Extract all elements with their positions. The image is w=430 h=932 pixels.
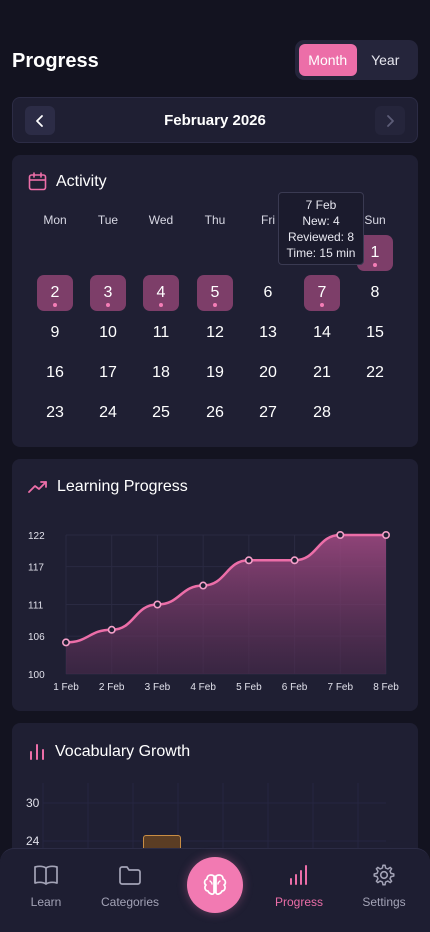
chart-bars-icon xyxy=(259,861,339,889)
calendar-day[interactable]: 26 xyxy=(197,395,233,431)
y-tick-label: 111 xyxy=(28,601,44,612)
calendar-day[interactable]: 8 xyxy=(357,275,393,311)
gear-icon xyxy=(344,861,424,889)
calendar-day[interactable]: 10 xyxy=(90,315,126,351)
tab-progress-label: Progress xyxy=(274,895,324,909)
tab-categories[interactable]: Categories xyxy=(90,861,170,909)
calendar-day[interactable]: 21 xyxy=(304,355,340,391)
calendar-day[interactable]: 11 xyxy=(143,315,179,351)
calendar-day[interactable]: 25 xyxy=(143,395,179,431)
calendar-day[interactable]: 20 xyxy=(250,355,286,391)
tab-settings-label: Settings xyxy=(362,895,406,909)
tooltip-reviewed: Reviewed: 8 xyxy=(287,230,355,244)
y-tick-label: 122 xyxy=(28,531,45,542)
y-tick-label: 30 xyxy=(26,796,40,810)
brain-icon xyxy=(202,873,228,897)
center-action-button[interactable] xyxy=(187,857,243,913)
data-point xyxy=(336,531,345,540)
learning-progress-chart: 100 106 111 117 122 1 Feb 2 Feb 3 Feb 4 Feb 5 Feb… xyxy=(28,531,399,693)
calendar-day[interactable]: 2 xyxy=(37,275,73,311)
x-tick-label: 1 Feb xyxy=(53,682,79,693)
data-point xyxy=(244,556,253,565)
tab-categories-label: Categories xyxy=(100,895,160,909)
data-point xyxy=(107,625,116,634)
activity-card: Activity MonTueWedThuFriSatSun 123456789… xyxy=(12,155,418,447)
calendar-day[interactable]: 3 xyxy=(90,275,126,311)
y-tick-label: 106 xyxy=(28,632,45,643)
data-point xyxy=(290,556,299,565)
weekday-wed: Wed xyxy=(148,213,174,227)
month-label: February 2026 xyxy=(164,112,266,129)
weekday-tue: Tue xyxy=(97,213,119,227)
month-toggle-button[interactable]: Month xyxy=(299,44,357,76)
calendar-day[interactable]: 24 xyxy=(90,395,126,431)
tab-settings[interactable]: Settings xyxy=(344,861,424,909)
x-tick-label: 7 Feb xyxy=(327,682,353,693)
calendar-day[interactable]: 14 xyxy=(304,315,340,351)
calendar-day[interactable]: 16 xyxy=(37,355,73,391)
year-toggle-button[interactable]: Year xyxy=(357,44,415,76)
y-tick-label: 100 xyxy=(28,670,45,681)
calendar-day[interactable]: 9 xyxy=(37,315,73,351)
calendar-day[interactable]: 15 xyxy=(357,315,393,351)
tab-progress[interactable]: Progress xyxy=(259,861,339,909)
tab-learn-label: Learn xyxy=(30,895,62,909)
calendar-day[interactable]: 13 xyxy=(250,315,286,351)
x-tick-label: 8 Feb xyxy=(373,682,399,693)
calendar-day[interactable]: 7 xyxy=(304,275,340,311)
chevron-right-icon xyxy=(385,114,395,128)
calendar-day[interactable]: 19 xyxy=(197,355,233,391)
month-navigator: February 2026 xyxy=(12,97,418,143)
y-tick-label: 117 xyxy=(28,563,44,574)
x-tick-label: 5 Feb xyxy=(236,682,262,693)
data-point xyxy=(381,531,390,540)
tooltip-date: 7 Feb xyxy=(305,198,337,212)
header: Progress Month Year xyxy=(0,0,430,100)
calendar-day[interactable]: 12 xyxy=(197,315,233,351)
tooltip-time: Time: 15 min xyxy=(286,246,356,260)
activity-header: Activity xyxy=(28,172,107,191)
calendar-day[interactable]: 18 xyxy=(143,355,179,391)
calendar-day[interactable]: 28 xyxy=(304,395,340,431)
data-point xyxy=(153,600,162,609)
calendar-day[interactable]: 17 xyxy=(90,355,126,391)
calendar-day[interactable]: 27 xyxy=(250,395,286,431)
data-point xyxy=(199,581,208,590)
bottom-tab-bar: Learn Categories Progress Settings xyxy=(0,848,430,932)
calendar-day[interactable]: 6 xyxy=(250,275,286,311)
next-month-button[interactable] xyxy=(375,106,405,135)
calendar-day[interactable]: 23 xyxy=(37,395,73,431)
period-toggle: Month Year xyxy=(295,40,418,80)
x-tick-label: 4 Feb xyxy=(190,682,216,693)
calendar-icon xyxy=(28,172,47,191)
x-tick-label: 2 Feb xyxy=(99,682,125,693)
x-tick-label: 6 Feb xyxy=(282,682,308,693)
learning-progress-card: Learning Progress 100 106 111 117 122 1 Feb 2 … xyxy=(12,459,418,711)
calendar-day[interactable]: 22 xyxy=(357,355,393,391)
weekday-mon: Mon xyxy=(43,213,67,227)
tab-learn[interactable]: Learn xyxy=(6,861,86,909)
activity-title: Activity xyxy=(56,172,107,190)
calendar-day[interactable]: 4 xyxy=(143,275,179,311)
tooltip-new: New: 4 xyxy=(302,214,340,228)
data-point xyxy=(61,638,70,647)
book-icon xyxy=(6,861,86,889)
x-tick-label: 3 Feb xyxy=(145,682,171,693)
activity-tooltip: 7 Feb New: 4 Reviewed: 8 Time: 15 min xyxy=(278,192,364,265)
weekday-thu: Thu xyxy=(204,213,226,227)
calendar-day[interactable]: 5 xyxy=(197,275,233,311)
folder-icon xyxy=(90,861,170,889)
page-title: Progress xyxy=(12,50,99,72)
y-tick-label: 24 xyxy=(26,834,40,848)
